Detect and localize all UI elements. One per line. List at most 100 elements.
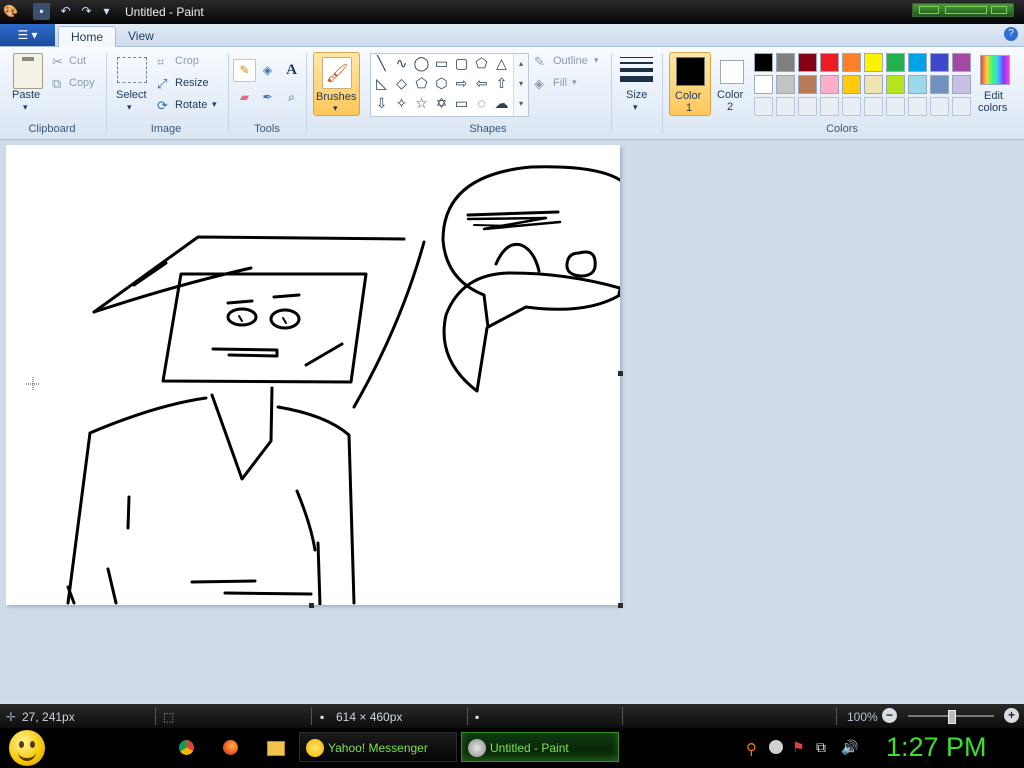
hexagon-shape-icon[interactable]: ⬡	[432, 74, 451, 93]
polygon-shape-icon[interactable]: ⬠	[472, 54, 491, 73]
palette-custom-slot[interactable]	[952, 97, 971, 116]
zoom-out-button[interactable]: −	[882, 708, 897, 723]
cloud-callout-shape-icon[interactable]: ☁	[492, 94, 511, 113]
four-point-star-shape-icon[interactable]: ✧	[392, 94, 411, 113]
size-dropdown-icon[interactable]: ▾	[633, 102, 638, 113]
drawing-canvas[interactable]	[6, 145, 623, 608]
eraser-icon[interactable]: ▰	[233, 86, 256, 109]
rotate-button[interactable]: Rotate	[175, 99, 207, 111]
paste-button[interactable]: Paste	[12, 89, 40, 101]
curve-shape-icon[interactable]: ∿	[392, 54, 411, 73]
taskbar-yahoo-messenger[interactable]: Yahoo! Messenger	[299, 732, 457, 762]
magnifier-icon[interactable]: ⌕	[280, 86, 303, 109]
window-controls[interactable]	[912, 3, 1014, 17]
palette-swatch[interactable]	[754, 75, 773, 94]
palette-swatch[interactable]	[908, 75, 927, 94]
minimize-icon[interactable]	[919, 6, 939, 14]
tab-view[interactable]: View	[116, 26, 166, 46]
undo-icon[interactable]: ↶	[57, 3, 74, 20]
firefox-icon[interactable]	[223, 740, 238, 755]
redo-icon[interactable]: ↷	[78, 3, 95, 20]
palette-swatch[interactable]	[864, 53, 883, 72]
palette-swatch[interactable]	[776, 53, 795, 72]
rounded-callout-shape-icon[interactable]: ▭	[452, 94, 471, 113]
rectangle-shape-icon[interactable]: ▭	[432, 54, 451, 73]
edit-colors-icon[interactable]	[980, 55, 1010, 85]
color-picker-icon[interactable]: ✒	[256, 86, 279, 109]
paint-app-icon[interactable]: 🎨	[2, 3, 19, 20]
zoom-in-button[interactable]: +	[1004, 708, 1019, 723]
palette-swatch[interactable]	[754, 53, 773, 72]
close-icon[interactable]	[991, 6, 1007, 14]
six-point-star-shape-icon[interactable]: ✡	[432, 94, 451, 113]
network-tray-icon[interactable]: ⧉	[816, 739, 826, 756]
rotate-dropdown-icon[interactable]: ▾	[212, 99, 217, 110]
palette-swatch[interactable]	[952, 53, 971, 72]
shapes-scrollbar[interactable]: ▴ ▾ ▾	[513, 54, 528, 116]
maximize-icon[interactable]	[945, 6, 987, 14]
search-tray-icon[interactable]: ⚲	[746, 740, 757, 758]
palette-custom-slot[interactable]	[754, 97, 773, 116]
right-triangle-shape-icon[interactable]: ◺	[372, 74, 391, 93]
five-point-star-shape-icon[interactable]: ☆	[412, 94, 431, 113]
palette-swatch[interactable]	[952, 75, 971, 94]
right-arrow-shape-icon[interactable]: ⇨	[452, 74, 471, 93]
down-arrow-shape-icon[interactable]: ⇩	[372, 94, 391, 113]
paste-dropdown-icon[interactable]: ▾	[23, 102, 28, 113]
palette-swatch[interactable]	[820, 53, 839, 72]
rounded-rectangle-shape-icon[interactable]: ▢	[452, 54, 471, 73]
palette-custom-slot[interactable]	[908, 97, 927, 116]
zoom-slider-thumb[interactable]	[948, 710, 956, 724]
chrome-icon[interactable]	[179, 740, 194, 755]
messenger-tray-icon[interactable]	[769, 740, 783, 754]
palette-custom-slot[interactable]	[930, 97, 949, 116]
color2-button[interactable]: Color 2	[713, 52, 751, 114]
palette-swatch[interactable]	[776, 75, 795, 94]
save-icon[interactable]: ▪	[33, 3, 50, 20]
flag-tray-icon[interactable]: ⚑	[792, 739, 805, 756]
edit-colors-line2[interactable]: colors	[978, 102, 1007, 114]
palette-custom-slot[interactable]	[864, 97, 883, 116]
palette-swatch[interactable]	[886, 53, 905, 72]
taskbar-clock[interactable]: 1:27 PM	[886, 732, 987, 763]
canvas-resize-handle-corner[interactable]	[618, 603, 623, 608]
start-button-smiley-icon[interactable]	[9, 730, 45, 766]
rotate-icon[interactable]: ⟳	[157, 98, 168, 114]
pencil-icon[interactable]: ✎	[233, 59, 256, 82]
taskbar-paint[interactable]: Untitled - Paint	[461, 732, 619, 762]
size-button[interactable]: Size	[626, 89, 647, 101]
line-shape-icon[interactable]: ╲	[372, 54, 391, 73]
oval-callout-shape-icon[interactable]: ◌	[472, 94, 491, 113]
diamond-shape-icon[interactable]: ◇	[392, 74, 411, 93]
palette-custom-slot[interactable]	[820, 97, 839, 116]
size-icon[interactable]	[620, 55, 653, 85]
folder-icon[interactable]	[267, 741, 285, 756]
select-button[interactable]: Select	[116, 89, 147, 101]
palette-swatch[interactable]	[930, 53, 949, 72]
canvas-resize-handle-right[interactable]	[618, 371, 623, 376]
oval-shape-icon[interactable]: ◯	[412, 54, 431, 73]
palette-swatch[interactable]	[798, 53, 817, 72]
fill-bucket-icon[interactable]: ◈	[256, 59, 279, 82]
palette-custom-slot[interactable]	[798, 97, 817, 116]
tab-home[interactable]: Home	[58, 26, 117, 47]
edit-colors-line1[interactable]: Edit	[984, 90, 1003, 102]
triangle-shape-icon[interactable]: △	[492, 54, 511, 73]
help-icon[interactable]: ?	[1004, 27, 1018, 41]
left-arrow-shape-icon[interactable]: ⇦	[472, 74, 491, 93]
palette-custom-slot[interactable]	[776, 97, 795, 116]
text-tool-icon[interactable]: A	[280, 59, 303, 82]
volume-tray-icon[interactable]: 🔊	[841, 739, 858, 756]
palette-swatch[interactable]	[930, 75, 949, 94]
palette-swatch[interactable]	[886, 75, 905, 94]
select-dropdown-icon[interactable]: ▾	[127, 102, 132, 113]
palette-swatch[interactable]	[864, 75, 883, 94]
zoom-slider[interactable]	[908, 710, 994, 724]
palette-swatch[interactable]	[842, 53, 861, 72]
select-icon[interactable]	[117, 57, 147, 83]
paint-menu-button[interactable]: ☰ ▾	[0, 24, 55, 46]
color1-button[interactable]: Color 1	[669, 52, 711, 116]
quick-access-dropdown-icon[interactable]: ▾	[98, 3, 115, 20]
up-arrow-shape-icon[interactable]: ⇧	[492, 74, 511, 93]
palette-swatch[interactable]	[842, 75, 861, 94]
